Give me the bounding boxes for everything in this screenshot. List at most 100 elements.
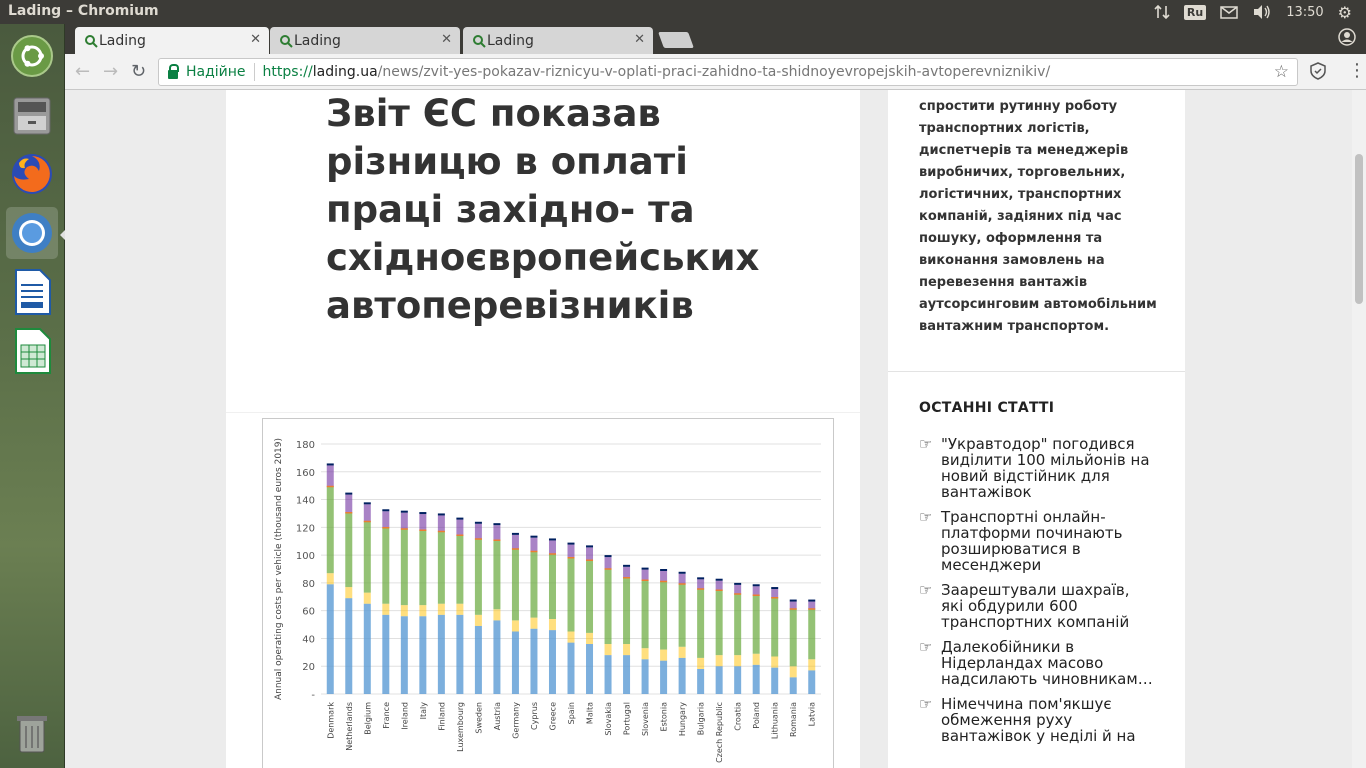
- y-tick-label: 80: [302, 579, 315, 590]
- bar-overhead: [567, 544, 575, 558]
- forward-arrow-icon[interactable]: →: [103, 61, 118, 82]
- bar-overhead: [456, 519, 464, 536]
- tab-lading-2[interactable]: Lading ✕: [270, 27, 460, 54]
- launcher-firefox[interactable]: [6, 148, 58, 200]
- back-arrow-icon[interactable]: ←: [75, 61, 90, 82]
- bar-fuel: [511, 549, 519, 621]
- volume-icon[interactable]: [1252, 4, 1272, 20]
- mail-icon[interactable]: [1220, 5, 1238, 19]
- pointing-hand-icon: ☞: [919, 435, 933, 453]
- tab-close-icon[interactable]: ✕: [441, 32, 452, 47]
- ubuntu-logo-icon: [11, 35, 53, 77]
- tab-close-icon[interactable]: ✕: [250, 32, 261, 47]
- bar-labour: [437, 614, 445, 694]
- bar-overhead: [382, 511, 390, 528]
- bar-top: [715, 578, 723, 581]
- launcher: [0, 24, 65, 768]
- bar-fuel: [326, 486, 334, 574]
- launcher-ubuntu-dash[interactable]: [6, 30, 58, 82]
- launcher-files[interactable]: [6, 90, 58, 142]
- list-item[interactable]: ☞ Заарештували шахраїв, які обдурили 600…: [919, 582, 1169, 630]
- y-tick-label: -: [311, 690, 315, 701]
- lock-icon[interactable]: [168, 63, 179, 79]
- profile-icon[interactable]: [1338, 28, 1356, 50]
- bar-labour: [345, 598, 353, 694]
- network-icon[interactable]: [1154, 4, 1170, 20]
- x-tick-label: Poland: [752, 702, 761, 729]
- magnifier-favicon-icon: [473, 35, 486, 48]
- address-bar[interactable]: Надійне https://lading.ua/news/zvit-yes-…: [158, 58, 1298, 86]
- bar-overhead: [363, 504, 371, 522]
- bar-overhead: [660, 571, 668, 582]
- scrollbar-thumb[interactable]: [1355, 154, 1363, 304]
- bar-other: [345, 587, 353, 599]
- extension-shield-icon[interactable]: [1309, 62, 1327, 84]
- bar-top: [363, 502, 371, 505]
- bookmark-star-icon[interactable]: ☆: [1274, 62, 1289, 82]
- x-tick-label: Luxembourg: [456, 702, 465, 752]
- tab-lading-3[interactable]: Lading ✕: [463, 27, 653, 54]
- page-scrollbar[interactable]: [1352, 90, 1366, 768]
- bar-other: [530, 617, 538, 629]
- list-item[interactable]: ☞ "Укравтодор" погодився виділити 100 мі…: [919, 436, 1169, 500]
- bar-overhead: [604, 557, 612, 569]
- x-tick-label: Estonia: [660, 702, 669, 732]
- tab-close-icon[interactable]: ✕: [634, 32, 645, 47]
- bar-labour: [511, 631, 519, 694]
- keyboard-layout-indicator[interactable]: Ru: [1183, 4, 1207, 20]
- launcher-calc[interactable]: [6, 325, 58, 377]
- bar-other: [604, 644, 612, 656]
- bar-top: [493, 523, 501, 526]
- bar-other: [493, 609, 501, 621]
- operating-costs-chart: - 20 40 60 80 100 120 140 160 180 Annual operating…: [262, 418, 834, 768]
- settings-gear-icon[interactable]: ⚙: [1338, 3, 1352, 22]
- bar-top: [326, 463, 334, 466]
- article-link[interactable]: "Укравтодор" погодився виділити 100 міль…: [941, 436, 1169, 500]
- bar-labour: [808, 670, 816, 694]
- security-label[interactable]: Надійне: [186, 64, 246, 80]
- bar-fuel: [586, 560, 594, 633]
- article-link[interactable]: Далекобійники в Нідерландах масово надси…: [941, 639, 1169, 687]
- launcher-trash[interactable]: [6, 708, 58, 760]
- bar-other: [789, 666, 797, 678]
- bar-overhead: [697, 579, 705, 589]
- list-item[interactable]: ☞ Далекобійники в Нідерландах масово над…: [919, 639, 1169, 687]
- new-tab-button[interactable]: [658, 32, 694, 48]
- x-tick-label: Denmark: [326, 702, 335, 739]
- launcher-writer[interactable]: [6, 266, 58, 318]
- url-scheme: https://: [262, 64, 313, 80]
- list-item[interactable]: ☞ Німеччина пом'якшує обмеження руху ван…: [919, 696, 1169, 744]
- article-link[interactable]: Німеччина пом'якшує обмеження руху ванта…: [941, 696, 1169, 744]
- omnibox-divider: [253, 63, 255, 81]
- article-headline: Звіт ЄС показав різницю в оплаті праці з…: [326, 92, 760, 327]
- tab-lading-1[interactable]: Lading ✕: [75, 27, 269, 54]
- bar-labour: [789, 677, 797, 694]
- bar-labour: [678, 657, 686, 694]
- sidebar-divider: [888, 371, 1185, 372]
- bar-labour: [623, 655, 631, 694]
- list-item[interactable]: ☞ Транспортні онлайн- платформи починают…: [919, 509, 1169, 573]
- bar-fuel: [808, 609, 816, 660]
- reload-icon[interactable]: ↻: [131, 61, 146, 82]
- article-link[interactable]: Транспортні онлайн- платформи починають …: [941, 509, 1169, 573]
- bar-top: [456, 517, 464, 520]
- bar-other: [678, 646, 686, 658]
- bar-overhead: [437, 515, 445, 532]
- bar-overhead: [715, 580, 723, 591]
- clock[interactable]: 13:50: [1286, 5, 1323, 20]
- bar-fuel: [789, 609, 797, 667]
- tab-title: Lading: [294, 32, 341, 49]
- x-tick-label: Croatia: [734, 702, 743, 731]
- bar-other: [511, 620, 519, 632]
- article-link[interactable]: Заарештували шахраїв, які обдурили 600 т…: [941, 582, 1169, 630]
- firefox-icon: [12, 154, 52, 194]
- bar-other: [437, 603, 445, 615]
- tab-title: Lading: [99, 32, 146, 49]
- bar-labour: [697, 669, 705, 694]
- browser-menu-icon[interactable]: ⋮: [1348, 60, 1366, 81]
- bar-fuel: [567, 557, 575, 632]
- launcher-chromium[interactable]: [6, 207, 58, 259]
- bar-labour: [604, 655, 612, 694]
- x-tick-label: Latvia: [808, 702, 817, 726]
- bar-labour: [493, 620, 501, 694]
